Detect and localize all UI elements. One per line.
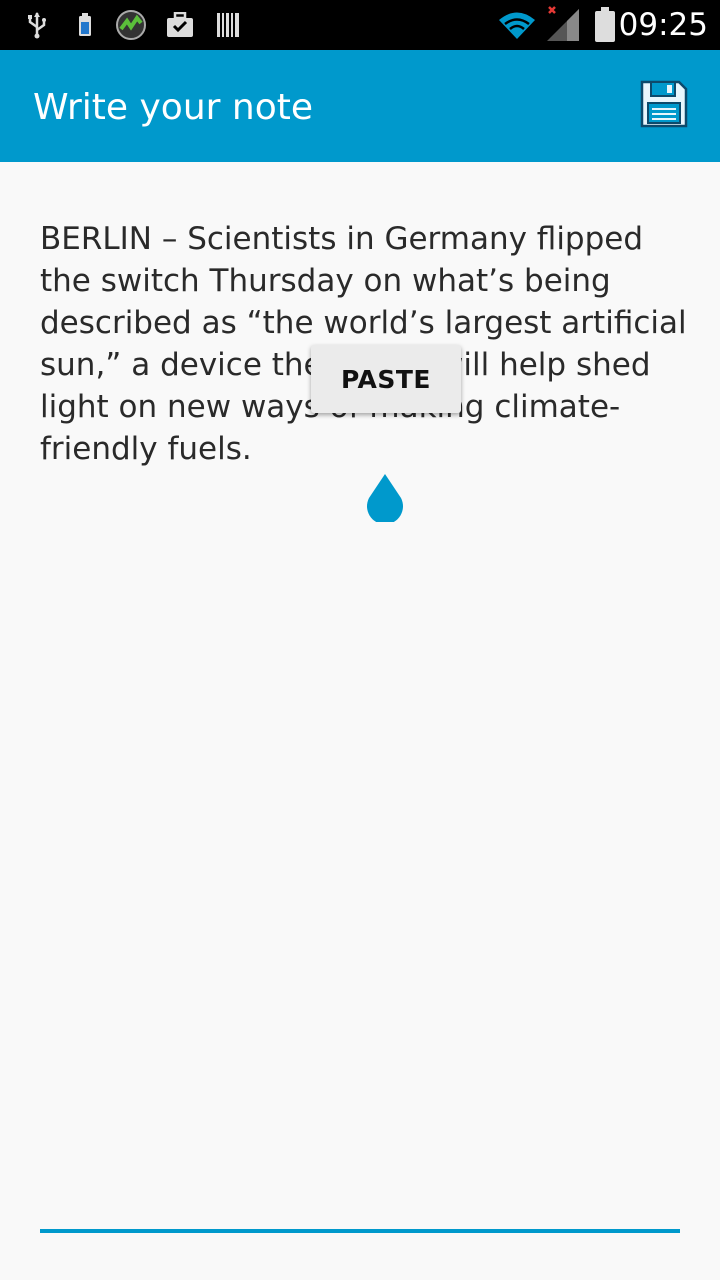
signal-icon [544,4,582,44]
text-field-underline [40,1229,680,1233]
page-title: Write your note [33,87,313,128]
save-icon [639,79,689,133]
barcode-icon [214,10,242,40]
app-bar: Write your note [0,50,720,162]
wifi-icon [496,10,538,40]
save-button[interactable] [630,72,698,140]
cursor-handle[interactable] [364,472,406,525]
paste-label: PASTE [340,364,431,394]
status-time: 09:25 [618,7,708,43]
usb-icon [22,10,52,40]
app-gauge-icon [114,10,148,40]
status-bar: 09:25 [0,0,720,50]
battery-icon [592,6,618,44]
paste-button[interactable]: PASTE [311,345,461,413]
battery-small-icon [72,10,98,40]
briefcase-check-icon [165,10,195,40]
